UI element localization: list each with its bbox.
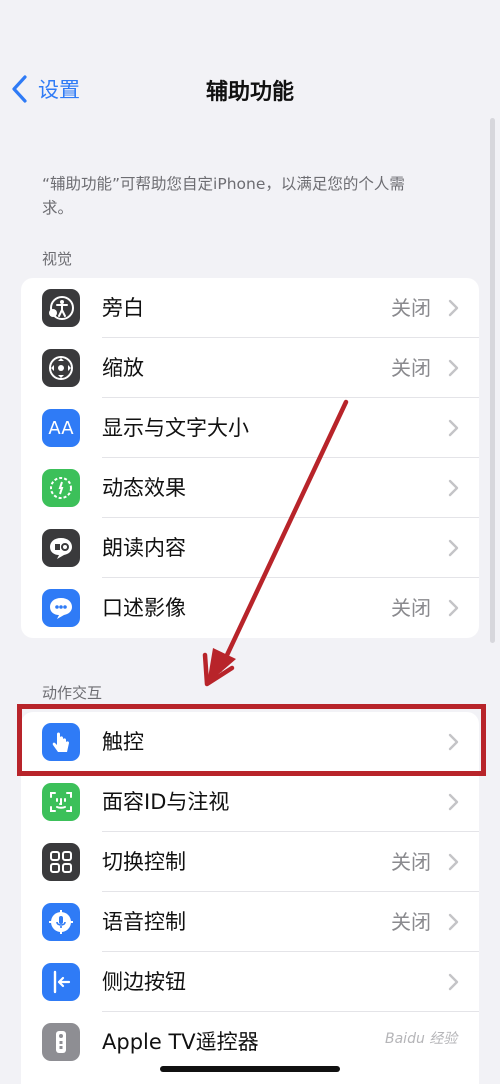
page-title: 辅助功能 [205,80,294,105]
navigation-bar: 设置 辅助功能 [0,60,500,118]
voice-control-icon [42,903,80,941]
row-label: 面容ID与注视 [102,790,230,814]
row-value: 关闭 [391,850,431,874]
zoom-icon [42,349,80,387]
watermark: Baidu 经验 [385,1031,458,1047]
row-spoken-content[interactable]: 朗读内容 [21,518,479,578]
chevron-right-icon [448,539,459,557]
voiceover-icon [42,289,80,327]
row-label: Apple TV遥控器 [102,1030,259,1054]
tv-remote-icon [42,1023,80,1061]
row-voice-control[interactable]: 语音控制 关闭 [21,892,479,952]
chevron-right-icon [448,419,459,437]
home-indicator[interactable] [160,1066,340,1072]
text-size-icon: AA [42,409,80,447]
row-motion[interactable]: 动态效果 [21,458,479,518]
highlight-box [17,704,486,776]
row-face-id[interactable]: 面容ID与注视 [21,772,479,832]
row-label: 口述影像 [102,596,186,620]
row-display-text-size[interactable]: AA 显示与文字大小 [21,398,479,458]
audio-description-icon [42,589,80,627]
switch-control-icon [42,843,80,881]
chevron-right-icon [448,853,459,871]
chevron-right-icon [448,299,459,317]
vision-group: 旁白 关闭 缩放 关闭 AA 显示与文字大小 动态效果 朗读内容 口述影像 关闭 [21,278,479,638]
face-id-icon [42,783,80,821]
chevron-right-icon [448,479,459,497]
motion-icon [42,469,80,507]
chevron-right-icon [448,973,459,991]
row-label: 切换控制 [102,850,186,874]
section-header-interaction: 动作交互 [42,684,103,702]
row-side-button[interactable]: 侧边按钮 [21,952,479,1012]
row-label: 显示与文字大小 [102,416,249,440]
row-label: 缩放 [102,356,144,380]
row-label: 旁白 [102,296,144,320]
row-label: 语音控制 [102,910,186,934]
row-label: 朗读内容 [102,536,186,560]
chevron-right-icon [448,599,459,617]
section-header-vision: 视觉 [42,250,73,268]
chevron-right-icon [448,913,459,931]
row-voiceover[interactable]: 旁白 关闭 [21,278,479,338]
row-value: 关闭 [391,296,431,320]
row-value: 关闭 [391,356,431,380]
row-label: 动态效果 [102,476,186,500]
chevron-right-icon [448,359,459,377]
row-label: 侧边按钮 [102,970,186,994]
row-switch-control[interactable]: 切换控制 关闭 [21,832,479,892]
side-button-icon [42,963,80,1001]
row-value: 关闭 [391,596,431,620]
intro-text: “辅助功能”可帮助您自定iPhone，以满足您的个人需求。 [42,175,405,217]
spoken-content-icon [42,529,80,567]
row-value: 关闭 [391,910,431,934]
text-size-glyph: AA [48,417,74,439]
row-audio-description[interactable]: 口述影像 关闭 [21,578,479,638]
scroll-indicator[interactable] [490,118,495,643]
chevron-right-icon [448,793,459,811]
row-zoom[interactable]: 缩放 关闭 [21,338,479,398]
